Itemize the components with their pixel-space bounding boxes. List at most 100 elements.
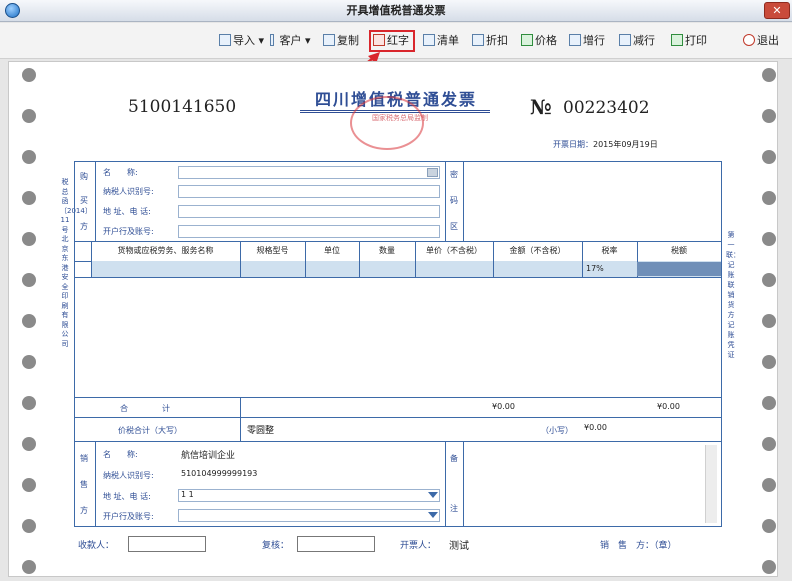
- tax-amount-cell[interactable]: [637, 262, 721, 276]
- add-row-button[interactable]: 增行: [569, 32, 605, 50]
- totals-bottom-line: [74, 441, 722, 442]
- table-row[interactable]: [91, 261, 721, 277]
- password-area-label-2: 码: [450, 196, 458, 205]
- seller-name-label: 名 称:: [103, 450, 138, 459]
- price-icon: [521, 34, 533, 46]
- seller-tax-id-value: 510104999999193: [181, 469, 258, 478]
- seller-side-label-1: 销: [80, 454, 88, 463]
- feed-hole: [22, 519, 36, 533]
- price-button[interactable]: 价格: [521, 32, 557, 50]
- invoice-date: 开票日期：2015年09月19日: [553, 139, 658, 150]
- feed-hole: [762, 478, 776, 492]
- feed-hole: [22, 478, 36, 492]
- customer-button[interactable]: 客户 ▾: [270, 32, 311, 50]
- list-icon: [423, 34, 435, 46]
- chevron-down-icon: ▾: [305, 34, 311, 47]
- invoice-code: 5100141650: [128, 97, 237, 117]
- feed-hole: [762, 437, 776, 451]
- feed-hole: [22, 437, 36, 451]
- reviewer-label: 复核：: [262, 541, 290, 551]
- remarks-label-2: 注: [450, 504, 458, 513]
- grand-total-upper: 零圆整: [247, 426, 275, 436]
- buyer-lookup-button[interactable]: [427, 168, 438, 177]
- close-button[interactable]: ✕: [764, 2, 790, 19]
- payee-field[interactable]: [128, 536, 206, 552]
- col-line-6: [493, 241, 494, 277]
- printer-icon: [671, 34, 683, 46]
- grand-total-label: 价税合计（大写）: [118, 426, 182, 435]
- header-tax-amount: 税额: [671, 246, 687, 255]
- password-divider: [463, 161, 464, 241]
- feed-hole: [22, 314, 36, 328]
- password-area-label-1: 密: [450, 170, 458, 179]
- seller-bank-label: 开户行及账号:: [103, 512, 154, 521]
- feed-hole: [762, 109, 776, 123]
- chevron-down-icon[interactable]: [428, 512, 438, 518]
- header-quantity: 数量: [379, 246, 395, 255]
- delete-row-button[interactable]: 减行: [619, 32, 655, 50]
- header-goods-name: 货物或应税劳务、服务名称: [117, 246, 214, 255]
- password-area-label-3: 区: [450, 222, 458, 231]
- print-button[interactable]: 打印: [671, 32, 707, 50]
- payee-label: 收款人：: [78, 541, 115, 551]
- seal-text: 国家税务总局监制: [372, 114, 428, 122]
- seller-tax-id-label: 纳税人识别号:: [103, 471, 154, 480]
- feed-hole: [762, 273, 776, 287]
- feed-hole: [22, 560, 36, 574]
- feed-hole: [762, 355, 776, 369]
- highlight-box: [369, 30, 415, 52]
- header-unit: 单位: [324, 246, 340, 255]
- feed-hole: [762, 560, 776, 574]
- feed-hole: [762, 150, 776, 164]
- remarks-scrollbar[interactable]: [705, 445, 717, 523]
- list-button[interactable]: 清单: [423, 32, 459, 50]
- title-bar: 开具增值税普通发票 ✕: [0, 0, 792, 22]
- totals-top-line: [74, 397, 722, 398]
- remarks-label-1: 备: [450, 454, 458, 463]
- sum-label: 合 计: [120, 404, 176, 413]
- seller-name-value: 航信培训企业: [181, 451, 236, 461]
- buyer-name-field[interactable]: [178, 166, 440, 179]
- invoice-window: 开具增值税普通发票 ✕ 导入 ▾ 客户 ▾ 复制 红字 清单 折扣 价格 增行 …: [0, 0, 792, 581]
- seller-side-label-3: 方: [80, 506, 88, 515]
- feed-hole: [762, 68, 776, 82]
- buyer-tax-id-field[interactable]: [178, 185, 440, 198]
- copy-button[interactable]: 复制: [323, 32, 359, 50]
- feed-hole: [22, 150, 36, 164]
- seller-address-field[interactable]: 1 1: [178, 489, 440, 502]
- header-tax-rate: 税率: [601, 246, 618, 255]
- buyer-name-label: 名 称:: [103, 168, 138, 177]
- chevron-down-icon[interactable]: [428, 492, 438, 498]
- header-spec: 规格型号: [256, 246, 289, 255]
- buyer-address-field[interactable]: [178, 205, 440, 218]
- feed-hole: [762, 191, 776, 205]
- feed-hole: [762, 232, 776, 246]
- feed-hole: [22, 232, 36, 246]
- col-line-3: [305, 241, 306, 277]
- feed-hole: [22, 273, 36, 287]
- import-icon: [219, 34, 231, 46]
- seller-address-label: 地 址、电 话:: [103, 492, 151, 501]
- grand-total-lower: ¥0.00: [584, 423, 607, 432]
- reviewer-field[interactable]: [297, 536, 375, 552]
- tax-rate-value[interactable]: 17%: [586, 264, 604, 273]
- drawer-label: 开票人：: [400, 541, 437, 551]
- date-value: 2015年09月19日: [593, 140, 658, 149]
- seller-stamp-label: 销 售 方：（章）: [600, 541, 677, 551]
- exit-button[interactable]: 退出: [743, 32, 779, 50]
- feed-hole: [22, 396, 36, 410]
- feed-hole: [762, 519, 776, 533]
- discount-button[interactable]: 折扣: [472, 32, 508, 50]
- header-amount: 金额（不含税）: [509, 246, 566, 255]
- import-button[interactable]: 导入 ▾: [219, 32, 264, 50]
- copy-icon: [323, 34, 335, 46]
- totals-divider: [240, 397, 241, 441]
- amount-total: ¥0.00: [492, 402, 515, 411]
- date-label: 开票日期：: [553, 140, 593, 149]
- buyer-bank-field[interactable]: [178, 225, 440, 238]
- feed-hole: [22, 68, 36, 82]
- seller-bank-field[interactable]: [178, 509, 440, 522]
- tax-seal: [350, 96, 424, 150]
- remarks-divider: [463, 441, 464, 527]
- buyer-bank-label: 开户行及账号:: [103, 227, 154, 236]
